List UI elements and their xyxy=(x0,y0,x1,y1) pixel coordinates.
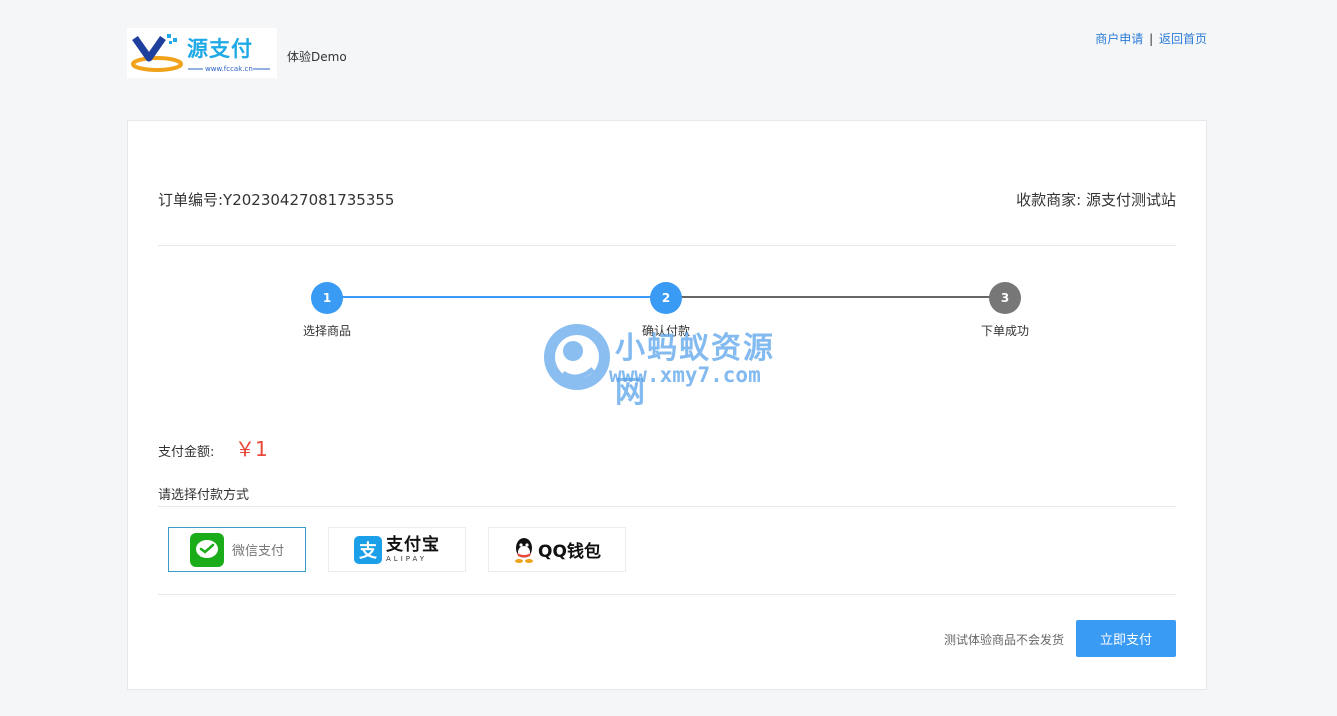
pay-now-button[interactable]: 立即支付 xyxy=(1076,620,1176,657)
alipay-label: 支付宝 xyxy=(386,534,440,555)
step-3-label: 下单成功 xyxy=(980,324,1029,338)
wechat-pay-label: 微信支付 xyxy=(231,544,284,559)
divider xyxy=(158,506,1176,507)
pay-option-qq-wallet[interactable]: QQ钱包 xyxy=(488,527,626,572)
alipay-sub-label: ALIPAY xyxy=(386,554,428,563)
test-notice: 测试体验商品不会发货 xyxy=(943,633,1064,647)
step-connector-1 xyxy=(327,296,666,298)
back-home-link[interactable]: 返回首页 xyxy=(1159,32,1207,46)
divider xyxy=(158,245,1176,246)
logo-text: 源支付 xyxy=(187,37,253,61)
pay-option-alipay[interactable]: 支 支付宝 ALIPAY xyxy=(328,527,466,572)
wechat-pay-icon xyxy=(189,532,224,567)
alipay-icon: 支 xyxy=(354,535,382,564)
step-2-circle: 2 xyxy=(650,282,682,314)
choose-method-label: 请选择付款方式 xyxy=(158,488,250,503)
step-2-label: 确认付款 xyxy=(641,324,690,338)
pay-amount: ￥1 xyxy=(235,437,268,461)
demo-label: 体验Demo xyxy=(287,50,347,64)
watermark-ant-icon xyxy=(544,324,610,390)
site-logo[interactable]: 源支付 www.fccak.cn xyxy=(127,28,277,78)
order-number: 订单编号:Y20230427081735355 xyxy=(158,191,395,209)
pay-option-wechat[interactable]: 微信支付 xyxy=(168,527,306,572)
logo-url: www.fccak.cn xyxy=(205,65,253,73)
step-3-circle: 3 xyxy=(989,282,1021,314)
merchant-apply-link[interactable]: 商户申请 xyxy=(1095,32,1143,46)
divider xyxy=(158,594,1176,595)
qq-wallet-label: QQ钱包 xyxy=(538,542,601,562)
step-1-label: 选择商品 xyxy=(302,324,351,338)
step-1-circle: 1 xyxy=(311,282,343,314)
svg-text:支: 支 xyxy=(358,540,378,562)
checkout-card: 订单编号:Y20230427081735355 收款商家: 源支付测试站 1 选… xyxy=(127,120,1207,690)
nav-separator: | xyxy=(1149,32,1154,46)
watermark-url: www.xmy7.com xyxy=(609,363,761,387)
pay-amount-label: 支付金额: xyxy=(158,445,215,460)
top-nav: 商户申请 | 返回首页 xyxy=(1095,30,1207,47)
step-connector-2 xyxy=(666,296,1005,298)
merchant-name: 收款商家: 源支付测试站 xyxy=(1016,191,1176,209)
qq-wallet-icon xyxy=(515,537,534,563)
